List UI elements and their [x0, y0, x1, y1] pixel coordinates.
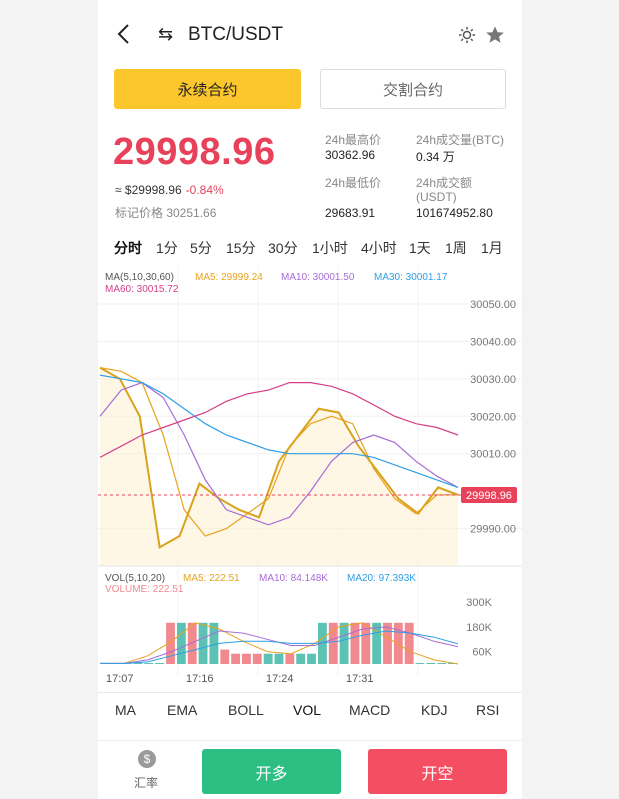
- volume-bar: [263, 653, 273, 664]
- volume-bar: [383, 622, 392, 664]
- volume-bar: [307, 653, 316, 664]
- perpetual-contract-tab[interactable]: 永续合约: [114, 69, 301, 109]
- timeframe-tab[interactable]: 30分: [268, 238, 298, 258]
- indicator-tab[interactable]: VOL: [293, 702, 321, 718]
- volume-bar: [220, 649, 230, 664]
- vol-legend-title: VOL(5,10,20): [105, 573, 165, 584]
- ma10-legend: MA10: 30001.50: [281, 272, 355, 283]
- price-tick-label: 30020.00: [470, 411, 516, 423]
- indicator-tab[interactable]: RSI: [476, 702, 499, 718]
- kline-chart[interactable]: 30050.00 30040.00 30030.00 30020.00 30010.00…: [98, 266, 522, 692]
- volume-tick-label: 60K: [472, 647, 492, 659]
- volume-bar: [437, 663, 447, 664]
- volume-bar: [252, 653, 262, 664]
- timeframe-tab[interactable]: 1小时: [312, 238, 348, 258]
- time-tick-label: 17:24: [266, 673, 294, 685]
- amount-value: 101674952.80: [416, 206, 493, 220]
- current-price-tag: 29998.96: [461, 487, 517, 504]
- ma30-legend: MA30: 30001.17: [374, 272, 448, 283]
- volume-bar: [144, 663, 154, 664]
- mark-price: 标记价格 30251.66: [115, 206, 217, 220]
- ma-legend-title: MA(5,10,30,60): [105, 272, 174, 283]
- swap-arrows-icon[interactable]: ⇆: [158, 24, 173, 45]
- price-tick-label: 30030.00: [470, 374, 516, 386]
- timeframe-tab[interactable]: 1周: [445, 238, 467, 258]
- exchange-rate-label[interactable]: 汇率: [134, 774, 158, 791]
- divider: [98, 692, 522, 693]
- volume-bar: [187, 622, 197, 664]
- timeframe-tab[interactable]: 分时: [114, 238, 142, 258]
- volume-bar: [350, 622, 360, 664]
- delivery-contract-tab[interactable]: 交割合约: [320, 69, 506, 109]
- ma60-legend: MA60: 30015.72: [105, 284, 179, 295]
- volume-bar: [198, 622, 208, 664]
- low-value: 29683.91: [325, 206, 376, 220]
- volume-value: 0.34 万: [416, 150, 455, 164]
- timeframe-tab[interactable]: 1分: [156, 238, 178, 258]
- open-long-button[interactable]: 开多: [202, 749, 341, 794]
- indicator-tab[interactable]: MACD: [349, 702, 390, 718]
- timeframe-tab[interactable]: 15分: [226, 238, 256, 258]
- time-tick-label: 17:07: [106, 673, 134, 685]
- volume-tick-label: 180K: [466, 622, 492, 634]
- usd-equivalent: ≈ $29998.96 -0.84%: [115, 183, 224, 197]
- timeframe-tab[interactable]: 4小时: [361, 238, 397, 258]
- trading-screen: ⇆ BTC/USDT 永续合约 交割合约 29998.96 ≈ $29998.9…: [98, 0, 522, 799]
- last-price: 29998.96: [113, 131, 276, 173]
- low-label: 24h最低价: [325, 176, 382, 190]
- high-value: 30362.96: [325, 148, 376, 162]
- volume-bar: [296, 653, 306, 664]
- volume-legend: VOLUME: 222.51: [105, 584, 184, 595]
- top-bar: ⇆ BTC/USDT: [98, 0, 522, 68]
- price-tick-label: 30010.00: [470, 449, 516, 461]
- vol-ma5-legend: MA5: 222.51: [183, 573, 240, 584]
- volume-label: 24h成交量(BTC): [416, 133, 505, 147]
- volume-bar: [426, 663, 436, 664]
- indicator-tab[interactable]: BOLL: [228, 702, 264, 718]
- vol-ma20-legend: MA20: 97.393K: [347, 573, 416, 584]
- ma5-legend: MA5: 29999.24: [195, 272, 263, 283]
- price-change: -0.84%: [185, 183, 224, 197]
- volume-bar: [209, 622, 219, 664]
- time-tick-label: 17:16: [186, 673, 214, 685]
- volume-bar: [285, 653, 295, 664]
- volume-bar: [339, 622, 349, 664]
- star-icon[interactable]: [485, 25, 505, 45]
- pair-title[interactable]: BTC/USDT: [188, 24, 283, 46]
- dollar-circle-icon[interactable]: $: [138, 750, 156, 768]
- volume-tick-label: 300K: [466, 597, 492, 609]
- usd-price: ≈ $29998.96: [115, 183, 182, 197]
- volume-bar: [176, 622, 186, 664]
- chevron-left-icon[interactable]: [116, 22, 132, 46]
- volume-bar: [274, 653, 284, 664]
- timeframe-tab[interactable]: 5分: [190, 238, 212, 258]
- price-tick-label: 29990.00: [470, 524, 516, 536]
- chart-canvas[interactable]: 30050.00 30040.00 30030.00 30020.00 30010.00…: [98, 266, 522, 692]
- vol-ma10-legend: MA10: 84.148K: [259, 573, 328, 584]
- timeframe-tab[interactable]: 1天: [409, 238, 431, 258]
- indicator-tab[interactable]: EMA: [167, 702, 197, 718]
- volume-bar: [155, 663, 165, 664]
- volume-bar: [231, 653, 241, 664]
- amount-label-unit: (USDT): [416, 190, 457, 204]
- sun-icon[interactable]: [458, 26, 476, 44]
- price-tick-label: 30050.00: [470, 299, 516, 311]
- indicator-tab[interactable]: KDJ: [421, 702, 447, 718]
- volume-bar: [242, 653, 251, 664]
- volume-bar: [404, 622, 414, 664]
- open-short-button[interactable]: 开空: [368, 749, 507, 794]
- timeframe-tab[interactable]: 1月: [481, 238, 503, 258]
- indicator-tab[interactable]: MA: [115, 702, 136, 718]
- volume-bar: [415, 663, 425, 664]
- price-tick-label: 30040.00: [470, 336, 516, 348]
- amount-label: 24h成交额: [416, 176, 473, 190]
- high-label: 24h最高价: [325, 133, 382, 147]
- svg-text:29998.96: 29998.96: [466, 490, 512, 502]
- time-tick-label: 17:31: [346, 673, 374, 685]
